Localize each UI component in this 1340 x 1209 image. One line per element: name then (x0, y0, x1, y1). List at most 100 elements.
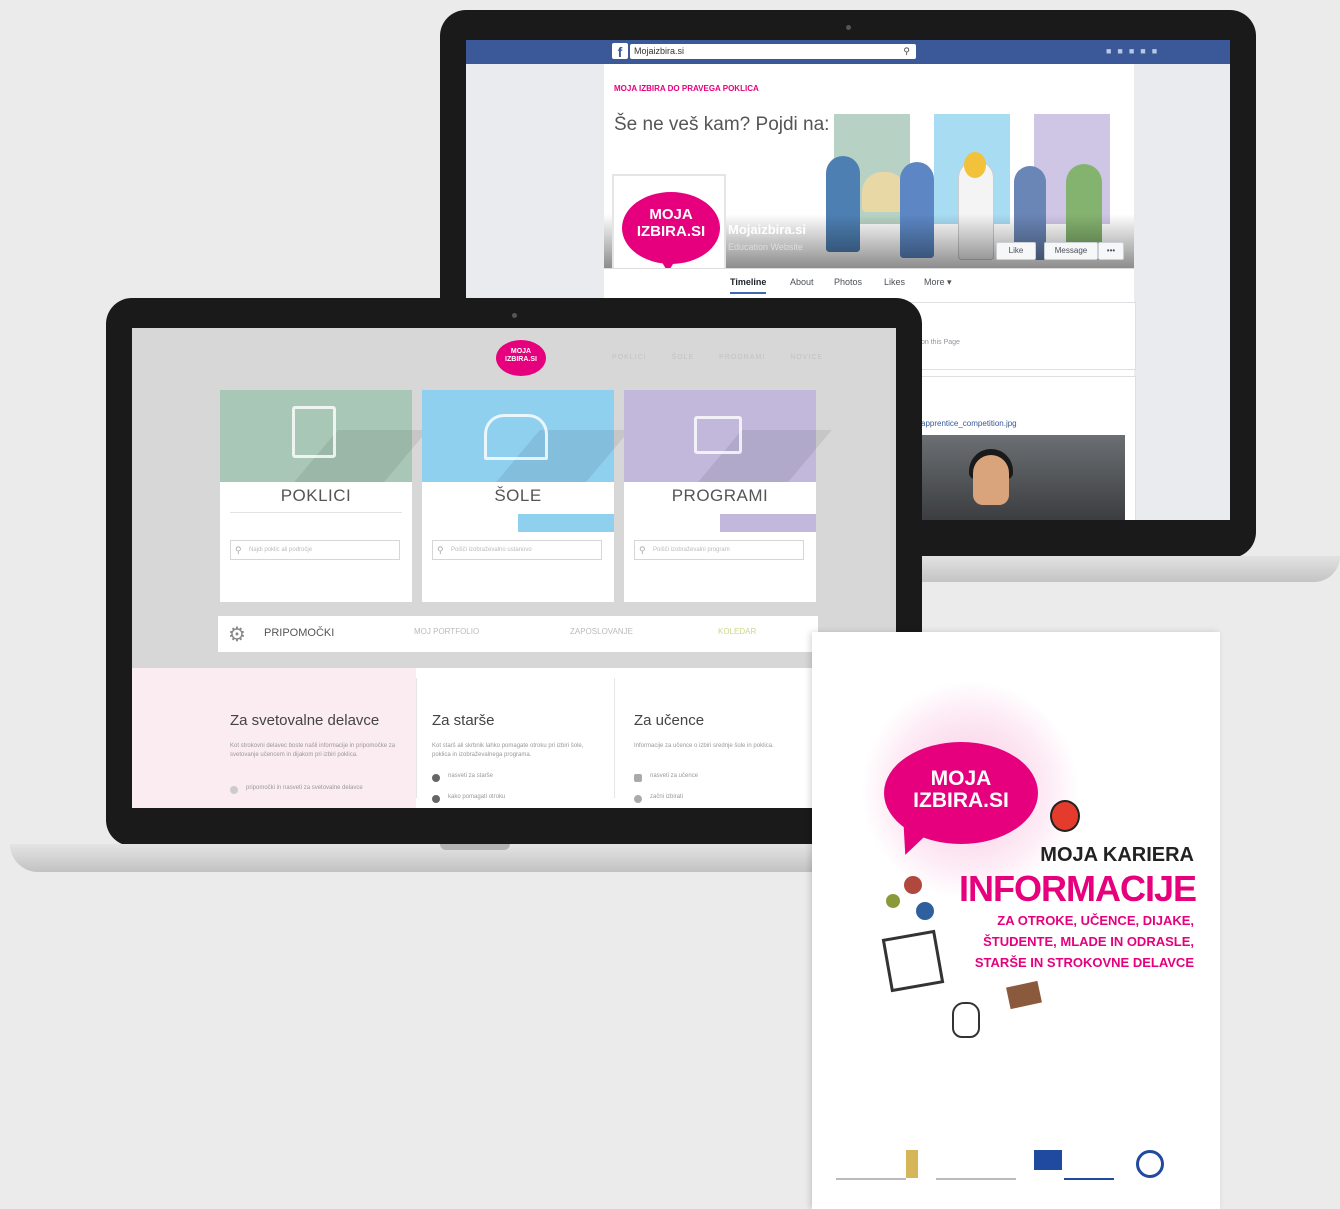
certificate-icon (694, 416, 742, 454)
brochure-line1: MOJA KARIERA (1040, 844, 1194, 866)
tab-more[interactable]: More ▾ (924, 277, 952, 288)
search-icon: ⚲ (639, 545, 646, 555)
front-laptop-notch (440, 844, 510, 850)
document-person-icon (292, 406, 336, 458)
programi-search-input[interactable]: ⚲ Poišči izobraževalni program (634, 540, 804, 560)
facebook-post-card: on this Page (906, 302, 1136, 370)
bullet-icon (230, 786, 238, 794)
search-icon[interactable]: ⚲ (903, 44, 910, 59)
card-programi-header (624, 390, 832, 482)
card-sole-title[interactable]: ŠOLE (422, 486, 614, 506)
card-divider (230, 512, 402, 513)
penguin-sticker (952, 1002, 980, 1038)
sponsor-logos (836, 1150, 1196, 1180)
cover-tagline: MOJA IZBIRA DO PRAVEGA POKLICA (614, 84, 759, 93)
subtitle-line-2: ŠTUDENTE, MLADE IN ODRASLE, (983, 934, 1194, 949)
search-icon: ⚲ (437, 545, 444, 555)
brochure-logo-text: MOJA IZBIRA.SI (913, 767, 1009, 812)
cover-heading: Še ne veš kam? Pojdi na: (614, 114, 830, 135)
audience-section: Za svetovalne delavce Kot strokovni dela… (132, 668, 896, 808)
card-sole-tab[interactable] (518, 514, 614, 532)
parents-heading[interactable]: Za starše (432, 712, 495, 729)
students-item-2[interactable]: začni izbirati (650, 793, 790, 802)
students-item-1[interactable]: nasveti za učence (650, 772, 790, 781)
card-programi-title[interactable]: PROGRAMI (624, 486, 816, 506)
partner-logo (1136, 1150, 1164, 1178)
site-logo-text: MOJA IZBIRA.SI (505, 348, 537, 363)
card-poklici-title[interactable]: POKLICI (220, 486, 412, 506)
post-photo[interactable] (915, 435, 1125, 520)
message-button[interactable]: Message (1044, 242, 1098, 260)
brochure-title: INFORMACIJE (958, 868, 1197, 909)
poklici-search-placeholder: Najdi poklic ali področje (249, 547, 313, 553)
column-divider (416, 678, 417, 798)
post-text: on this Page (921, 339, 960, 346)
tool-employment[interactable]: ZAPOSLOVANJE (570, 627, 633, 636)
card-programi: PROGRAMI ⚲ Poišči izobraževalni program (624, 390, 832, 602)
facebook-top-bar: f Mojaizbira.si ⚲ ■■■■■ (466, 40, 1230, 64)
like-button[interactable]: Like (996, 242, 1036, 260)
students-text: Informacije za učence o izbiri srednje š… (634, 743, 774, 749)
tab-about[interactable]: About (790, 277, 814, 287)
school-building-icon (484, 414, 548, 460)
ministry-emblem (906, 1150, 918, 1178)
counselors-text: Kot strokovni delavec boste našli inform… (230, 743, 396, 758)
profile-logo-text: MOJA IZBIRA.SI (636, 206, 706, 240)
brochure-subtitle: ZA OTROKE, UČENCE, DIJAKE, ŠTUDENTE, MLA… (912, 910, 1194, 973)
photo-person-face (973, 455, 1009, 505)
counselors-item[interactable]: pripomočki in nasveti za svetovalne dela… (246, 784, 396, 793)
website-screen: MOJA IZBIRA.SI POKLICI ŠOLE PROGRAMI NOV… (132, 328, 896, 808)
subtitle-line-3: STARŠE IN STROKOVNE DELAVCE (974, 955, 1194, 970)
column-divider (614, 678, 615, 798)
gear-icon: ⚙ (228, 624, 246, 646)
tools-bar: ⚙ PRIPOMOČKI MOJ PORTFOLIO ZAPOSLOVANJE … (218, 616, 818, 652)
post-photo-link[interactable]: apprentice_competition.jpg (921, 419, 1017, 428)
sole-search-placeholder: Poišči izobraževalno ustanovo (451, 547, 532, 553)
facebook-logo-icon[interactable]: f (612, 43, 628, 60)
tab-timeline[interactable]: Timeline (730, 277, 767, 294)
tool-calendar[interactable]: KOLEDAR (718, 627, 756, 636)
more-button[interactable]: ••• (1098, 242, 1124, 260)
facebook-search-input[interactable]: Mojaizbira.si ⚲ (630, 44, 916, 59)
brochure-cover: MOJA IZBIRA.SI MOJA KARIERA INFORMACIJE … (812, 632, 1220, 1209)
tab-photos[interactable]: Photos (834, 277, 862, 287)
sticker-ball (904, 876, 922, 894)
cartoon-scientist-head (964, 152, 986, 178)
front-laptop-camera (512, 313, 517, 318)
sticker-ball (886, 894, 900, 908)
back-laptop-camera (846, 25, 851, 30)
site-header: MOJA IZBIRA.SI POKLICI ŠOLE PROGRAMI NOV… (132, 328, 896, 384)
poklici-search-input[interactable]: ⚲ Najdi poklic ali področje (230, 540, 400, 560)
eu-flag-logo (1034, 1150, 1062, 1170)
students-heading[interactable]: Za učence (634, 712, 704, 729)
tool-portfolio[interactable]: MOJ PORTFOLIO (414, 627, 479, 636)
facebook-nav-icons[interactable]: ■■■■■ (1106, 46, 1216, 58)
tab-likes[interactable]: Likes (884, 277, 905, 287)
parents-item-2[interactable]: kako pomagati otroku (448, 793, 588, 802)
card-sole: ŠOLE ⚲ Poišči izobraževalno ustanovo (422, 390, 630, 602)
esf-logo (1064, 1150, 1114, 1180)
bullet-icon (634, 774, 642, 782)
sole-search-input[interactable]: ⚲ Poišči izobraževalno ustanovo (432, 540, 602, 560)
card-poklici-header (220, 390, 428, 482)
bullet-icon (432, 795, 440, 803)
facebook-page-category: Education Website (728, 242, 803, 252)
search-icon: ⚲ (235, 545, 242, 555)
card-programi-tab[interactable] (720, 514, 816, 532)
facebook-page-name[interactable]: Mojaizbira.si (728, 222, 806, 237)
bullet-icon (634, 795, 642, 803)
card-sole-header (422, 390, 630, 482)
card-poklici: POKLICI ⚲ Najdi poklic ali področje (220, 390, 428, 602)
parents-item-1[interactable]: nasveti za starše (448, 772, 588, 781)
parents-text: Kot starš ali skrbnik lahko pomagate otr… (432, 743, 584, 758)
counselors-heading[interactable]: Za svetovalne delavce (230, 712, 379, 729)
site-nav[interactable]: POKLICI ŠOLE PROGRAMI NOVICE (612, 354, 823, 361)
facebook-tabs: Timeline About Photos Likes More ▾ (604, 268, 1134, 297)
facebook-photo-post: apprentice_competition.jpg (906, 376, 1136, 520)
institute-logo (936, 1150, 1016, 1180)
apple-sticker (1050, 800, 1080, 832)
ministry-logo (836, 1150, 906, 1180)
bullet-icon (432, 774, 440, 782)
facebook-search-value: Mojaizbira.si (634, 46, 685, 56)
tools-label[interactable]: PRIPOMOČKI (264, 627, 334, 639)
